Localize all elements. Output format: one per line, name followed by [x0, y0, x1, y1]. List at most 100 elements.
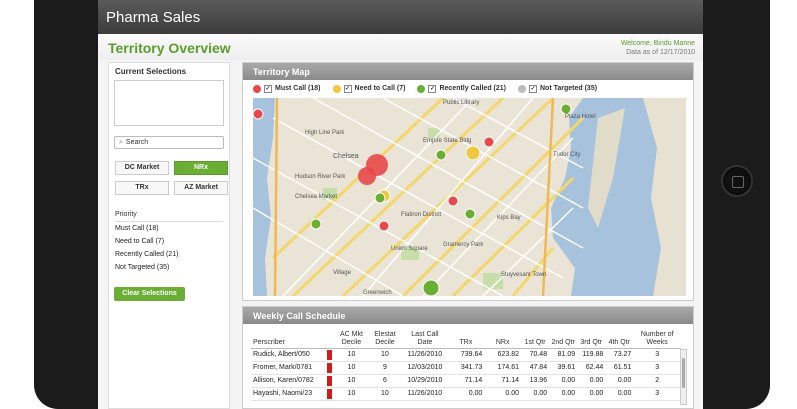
cell-q1: 13.96: [521, 374, 550, 388]
clear-selections-button[interactable]: Clear Selections: [114, 287, 185, 301]
checkbox-icon[interactable]: ✓: [428, 84, 437, 93]
cell-trx: 71.14: [447, 374, 485, 388]
search-input[interactable]: ⌕ Search: [114, 136, 224, 149]
current-selections-box: [114, 80, 224, 126]
cell-q2: 39.61: [549, 361, 578, 375]
weekly-call-schedule-title: Weekly Call Schedule: [243, 307, 693, 324]
map-label: Plaza Hotel: [565, 114, 596, 120]
app-screen: Pharma Sales Territory Overview Welcome,…: [98, 0, 703, 409]
legend-must-call[interactable]: ✓ Must Call (18): [253, 84, 321, 93]
current-selections-title: Current Selections: [115, 67, 187, 76]
legend-recently-called[interactable]: ✓ Recently Called (21): [417, 84, 506, 93]
market-button-trx[interactable]: TRx: [115, 181, 169, 195]
map-label: Chelsea: [333, 153, 359, 160]
cell-q4: 61.51: [605, 361, 634, 375]
market-button-nrx[interactable]: NRx: [174, 161, 228, 175]
table-row[interactable]: Fromer, Mark/0781 10 9 12/03/2010 341.73…: [251, 361, 681, 375]
map-legend: ✓ Must Call (18) ✓ Need to Call (7) ✓ Re…: [243, 80, 693, 97]
territory-map[interactable]: High Line Park Chelsea Hudson River Park…: [253, 98, 686, 296]
map-label: Stuyvesant Town: [501, 272, 546, 278]
cell-last-call-date: 11/26/2010: [402, 348, 448, 362]
cell-nrx: 71.14: [484, 374, 522, 388]
cell-q3: 119.88: [577, 348, 606, 362]
cell-elestat-decile: 9: [367, 361, 403, 375]
cell-weeks: 3: [633, 361, 681, 375]
map-label: Chelsea Market: [295, 194, 337, 200]
welcome-block: Welcome, Bindu Manne Data as of 12/17/20…: [621, 39, 695, 57]
device: Pharma Sales Territory Overview Welcome,…: [0, 0, 797, 409]
cell-elestat-decile: 10: [367, 348, 403, 362]
col-last-call-date[interactable]: Last Call Date: [402, 328, 448, 349]
weekly-call-schedule-panel: Weekly Call Schedule Perscriber AC Mkt D…: [242, 306, 694, 409]
table-row[interactable]: Hayashi, Naomi/23 10 10 11/26/2010 0.00 …: [251, 387, 681, 401]
map-label: Gramercy Park: [443, 242, 484, 248]
cell-elestat-decile: 10: [367, 387, 403, 401]
map-label: Tudor City: [553, 152, 580, 158]
cell-last-call-date: 12/03/2010: [402, 361, 448, 375]
cell-q2: 81.09: [549, 348, 578, 362]
priority-item-must-call[interactable]: Must Call (18): [115, 222, 223, 235]
search-icon: ⌕: [119, 138, 123, 146]
legend-label: Not Targeted (35): [540, 85, 598, 92]
checkbox-icon[interactable]: ✓: [343, 84, 352, 93]
app-title: Pharma Sales: [106, 9, 201, 26]
checkbox-icon[interactable]: ✓: [529, 84, 537, 93]
col-1st-qtr[interactable]: 1st Qtr: [521, 328, 550, 349]
legend-not-targeted[interactable]: ✓ Not Targeted (35): [518, 84, 598, 93]
cell-q2: 0.00: [549, 374, 578, 388]
cell-perscriber: Hayashi, Naomi/23: [251, 387, 325, 401]
cell-trx: 0.00: [447, 387, 485, 401]
market-button-dc[interactable]: DC Market: [115, 161, 169, 175]
priority-flag-icon: [324, 387, 336, 401]
recently-called-dot-icon: [417, 84, 426, 93]
cell-q4: 73.27: [605, 348, 634, 362]
market-filter-grid: DC Market NRx TRx AZ Market: [115, 161, 228, 195]
territory-map-panel: Territory Map ✓ Must Call (18) ✓ Need to…: [242, 62, 694, 301]
map-label: Empire State Bldg: [423, 138, 471, 144]
home-button[interactable]: [721, 165, 753, 197]
map-label: Greenwich: [363, 290, 392, 296]
market-button-az[interactable]: AZ Market: [174, 181, 228, 195]
map-label: Village: [333, 270, 352, 276]
legend-label: Recently Called (21): [439, 85, 506, 92]
col-nrx[interactable]: NRx: [484, 328, 522, 349]
col-perscriber[interactable]: Perscriber: [251, 328, 325, 349]
table-row[interactable]: Rudick, Albert/050 10 10 11/26/2010 739.…: [251, 348, 681, 362]
map-canvas: High Line Park Chelsea Hudson River Park…: [253, 98, 686, 296]
map-label: Kips Bay: [497, 215, 521, 221]
legend-need-to-call[interactable]: ✓ Need to Call (7): [332, 84, 405, 93]
cell-weeks: 3: [633, 348, 681, 362]
priority-item-need-to-call[interactable]: Need to Call (7): [115, 235, 223, 248]
map-label: Union Square: [391, 246, 428, 252]
cell-trx: 341.73: [447, 361, 485, 375]
territory-map-title: Territory Map: [243, 63, 693, 80]
col-4th-qtr[interactable]: 4th Qtr: [605, 328, 634, 349]
table-row[interactable]: Allison, Karen/0782 10 6 10/29/2010 71.1…: [251, 374, 681, 388]
cell-elestat-decile: 6: [367, 374, 403, 388]
scrollbar-thumb[interactable]: [682, 358, 685, 388]
cell-weeks: 3: [633, 387, 681, 401]
cell-ac-mkt-decile: 10: [335, 374, 368, 388]
must-call-dot-icon: [253, 84, 261, 93]
cell-nrx: 0.00: [484, 387, 522, 401]
col-number-of-weeks[interactable]: Number of Weeks: [633, 328, 681, 349]
data-as-of: Data as of 12/17/2010: [626, 49, 695, 56]
priority-item-recently-called[interactable]: Recently Called (21): [115, 248, 223, 261]
cell-last-call-date: 10/29/2010: [402, 374, 448, 388]
col-elestat-decile[interactable]: Elestat Decile: [367, 328, 403, 349]
cell-q3: 62.44: [577, 361, 606, 375]
table-scrollbar[interactable]: [680, 349, 687, 405]
col-2nd-qtr[interactable]: 2nd Qtr: [549, 328, 578, 349]
col-trx[interactable]: TRx: [447, 328, 485, 349]
checkbox-icon[interactable]: ✓: [264, 84, 272, 93]
cell-trx: 739.64: [447, 348, 485, 362]
col-ac-mkt-decile[interactable]: AC Mkt Decile: [335, 328, 368, 349]
page-title: Territory Overview: [108, 40, 231, 56]
legend-label: Must Call (18): [275, 85, 321, 92]
priority-item-not-targeted[interactable]: Not Targeted (35): [115, 261, 223, 274]
map-label: Hudson River Park: [295, 174, 346, 180]
priority-flag-icon: [324, 348, 336, 362]
cell-q1: 70.48: [521, 348, 550, 362]
col-3rd-qtr[interactable]: 3rd Qtr: [577, 328, 606, 349]
cell-perscriber: Rudick, Albert/050: [251, 348, 325, 362]
